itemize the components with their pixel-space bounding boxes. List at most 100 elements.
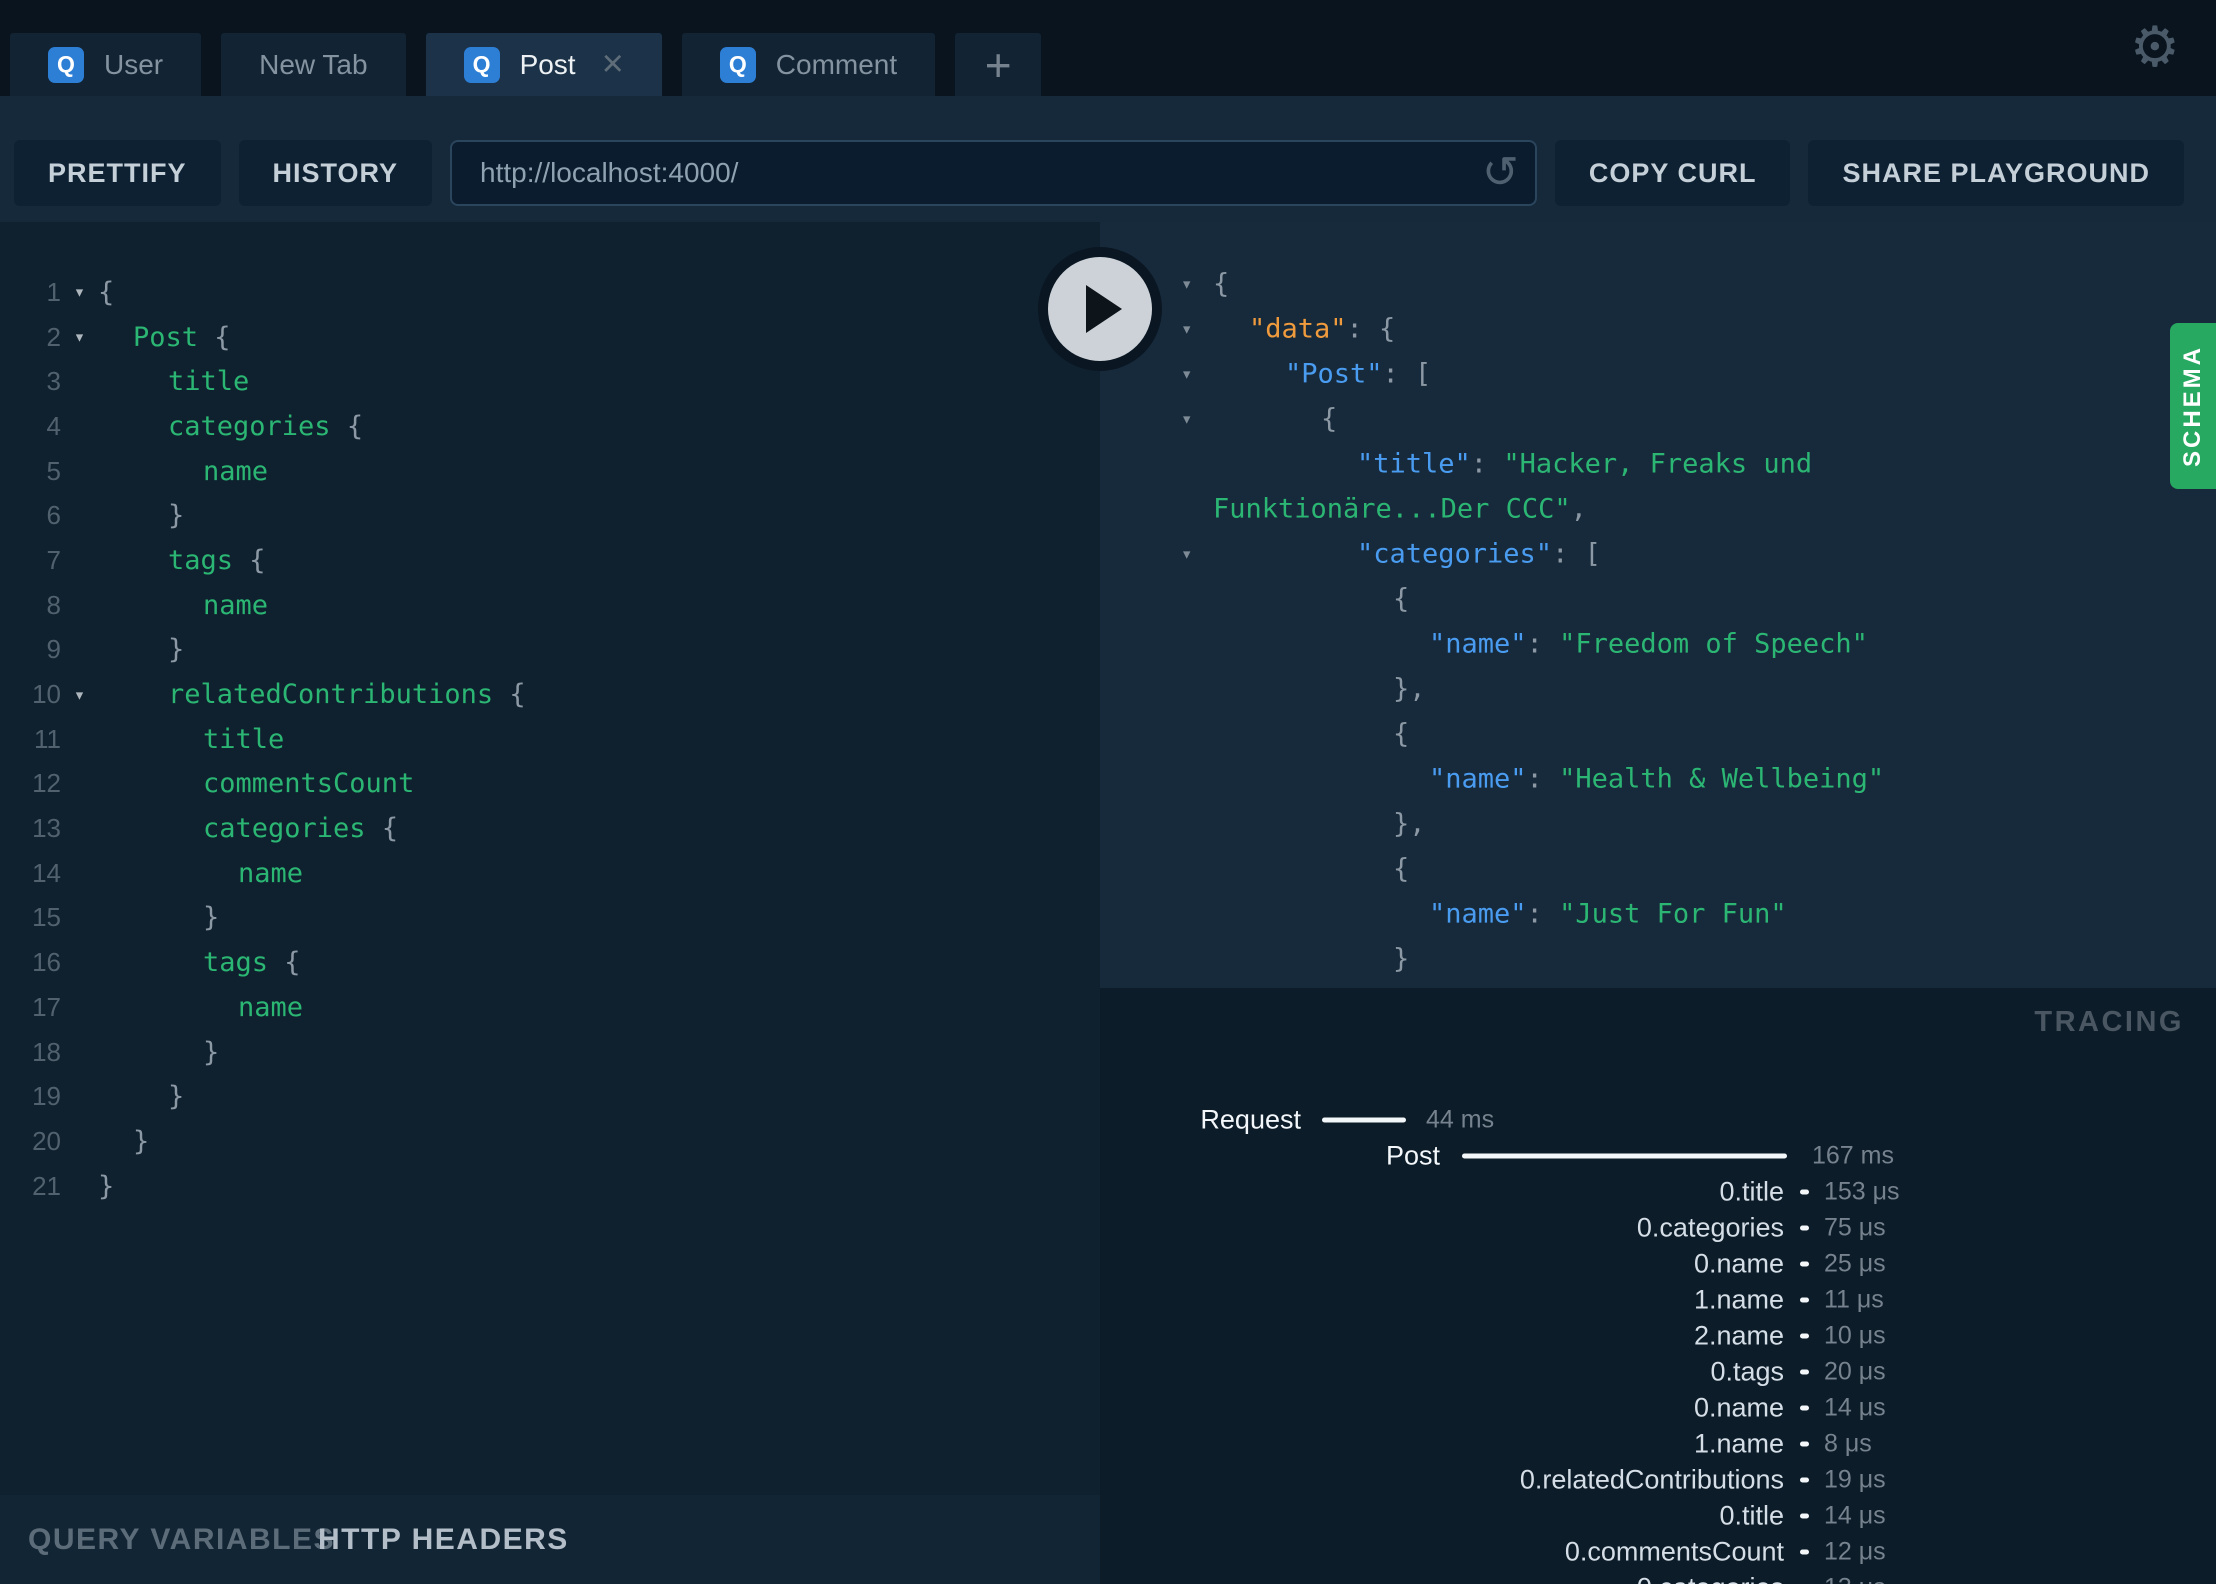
code-token: categories: [168, 410, 347, 442]
tab-new-tab[interactable]: New Tab: [221, 33, 406, 96]
collapse-arrow-icon[interactable]: ▾: [1181, 543, 1192, 565]
query-editor-pane[interactable]: 1 ▾{2 ▾ Post {3 title 4 categories {5 name 6} 7 ta…: [0, 222, 1100, 1495]
json-token: {: [1393, 718, 1410, 749]
fold-arrow-icon[interactable]: ▾: [61, 326, 98, 348]
graphql-playground: Q User New Tab Q Post × Q Comment + ⚙ PRETTIFY …: [0, 0, 2216, 1584]
tracing-row: Request 44 ms: [1100, 1102, 2216, 1138]
code-text: }: [203, 902, 219, 933]
play-circle: [1048, 257, 1152, 361]
line-number: 15: [32, 902, 61, 933]
share-playground-button[interactable]: SHARE PLAYGROUND: [1808, 140, 2184, 206]
line-number: 2: [46, 321, 61, 352]
json-token: "name": [1429, 898, 1527, 929]
response-line: "name": "Freedom of Speech": [1100, 621, 2216, 666]
editor-line: 7 tags {: [0, 538, 1100, 583]
tracing-row-label: 0.title: [1719, 1500, 1784, 1531]
json-token: "Freedom of Speech": [1559, 628, 1868, 659]
timing-dash: [1800, 1333, 1809, 1339]
editor-line: 6}: [0, 493, 1100, 538]
json-text: {: [1393, 853, 1409, 884]
new-tab-button[interactable]: +: [955, 33, 1042, 96]
editor-line: 18}: [0, 1030, 1100, 1075]
code-token: }: [168, 500, 185, 532]
response-line: {: [1100, 846, 2216, 891]
json-token: : {: [1346, 313, 1396, 344]
copy-curl-button[interactable]: COPY CURL: [1554, 140, 1791, 206]
json-token: "Post": [1285, 358, 1383, 389]
http-headers-tab[interactable]: HTTP HEADERS: [318, 1523, 569, 1557]
json-token: ,: [1570, 493, 1587, 524]
timing-dash: [1800, 1225, 1809, 1231]
line-number: 10: [32, 679, 61, 710]
code-text: }: [133, 1126, 149, 1157]
json-token: "Hacker, Freaks und: [1503, 448, 1813, 479]
tab-user[interactable]: Q User: [10, 33, 202, 96]
settings-gear-icon[interactable]: ⚙: [2130, 14, 2180, 80]
tracing-panel: TRACING Request 44 ms Post 167 ms 0.title 153…: [1100, 988, 2216, 1584]
editor-line: 15}: [0, 896, 1100, 941]
line-number: 7: [46, 544, 61, 575]
close-tab-icon[interactable]: ×: [602, 45, 624, 83]
collapse-arrow-icon[interactable]: ▾: [1181, 363, 1192, 385]
tracing-row-value: 19 μs: [1824, 1465, 1886, 1494]
tracing-row: 0.categories 75 μs: [1100, 1210, 2216, 1246]
editor-line: 12 commentsCount: [0, 762, 1100, 807]
timing-bar: [1322, 1117, 1406, 1123]
collapse-arrow-icon[interactable]: ▾: [1181, 273, 1192, 295]
timing-dash: [1800, 1261, 1809, 1267]
tracing-row-value: 14 μs: [1824, 1501, 1886, 1530]
json-text: Funktionäre...Der CCC",: [1213, 493, 1587, 524]
collapse-arrow-icon[interactable]: ▾: [1181, 408, 1192, 430]
json-token: "Health & Wellbeing": [1559, 763, 1885, 794]
tracing-title: TRACING: [2034, 1006, 2184, 1038]
fold-arrow-icon[interactable]: ▾: [61, 281, 98, 303]
json-text: "name": "Just For Fun": [1429, 898, 1787, 929]
code-text: name: [238, 858, 303, 889]
tracing-row: 2.name 10 μs: [1100, 1318, 2216, 1354]
line-number: 16: [32, 947, 61, 978]
reload-icon[interactable]: ↺: [1482, 151, 1519, 195]
tab-comment[interactable]: Q Comment: [681, 33, 936, 96]
json-token: :: [1526, 763, 1560, 794]
response-line: {: [1100, 711, 2216, 756]
schema-tab[interactable]: SCHEMA: [2170, 323, 2216, 489]
code-token: relatedContributions: [168, 679, 510, 711]
tab-post[interactable]: Q Post ×: [425, 33, 662, 96]
execute-play-button[interactable]: [1038, 247, 1162, 371]
json-token: : [: [1382, 358, 1432, 389]
prettify-button[interactable]: PRETTIFY: [14, 140, 221, 206]
timing-dash: [1800, 1369, 1809, 1375]
code-token: }: [168, 1081, 185, 1113]
line-number: 17: [32, 991, 61, 1022]
timing-dash: [1800, 1441, 1809, 1447]
code-token: Post: [133, 321, 215, 353]
code-text: {: [98, 277, 114, 308]
code-token: {: [284, 947, 301, 979]
code-token: name: [238, 991, 304, 1023]
tracing-row: 1.name 8 μs: [1100, 1426, 2216, 1462]
fold-arrow-icon[interactable]: ▾: [61, 684, 98, 706]
query-variables-tab[interactable]: QUERY VARIABLES: [28, 1523, 335, 1557]
history-button[interactable]: HISTORY: [238, 140, 433, 206]
endpoint-url-input[interactable]: [452, 157, 1483, 189]
json-text: {: [1393, 718, 1409, 749]
code-token: {: [381, 813, 399, 845]
json-text: "name": "Freedom of Speech": [1429, 628, 1868, 659]
timing-dash: [1800, 1405, 1809, 1411]
json-token: },: [1393, 673, 1426, 704]
response-line: ▾{: [1100, 396, 2216, 441]
collapse-arrow-icon[interactable]: ▾: [1181, 318, 1192, 340]
tracing-row-value: 20 μs: [1824, 1357, 1886, 1386]
query-badge-icon: Q: [719, 46, 756, 83]
response-line: ]: [1100, 981, 2216, 988]
code-token: tags: [203, 947, 285, 979]
editor-line: 11 title: [0, 717, 1100, 762]
json-text: },: [1393, 673, 1426, 704]
code-token: }: [168, 634, 185, 666]
code-token: categories: [203, 813, 382, 845]
json-text: }: [1393, 943, 1409, 974]
tracing-row-value: 75 μs: [1824, 1213, 1886, 1242]
code-text: }: [98, 1171, 114, 1202]
response-line: ▾{: [1100, 261, 2216, 306]
editor-line: 13 categories {: [0, 806, 1100, 851]
